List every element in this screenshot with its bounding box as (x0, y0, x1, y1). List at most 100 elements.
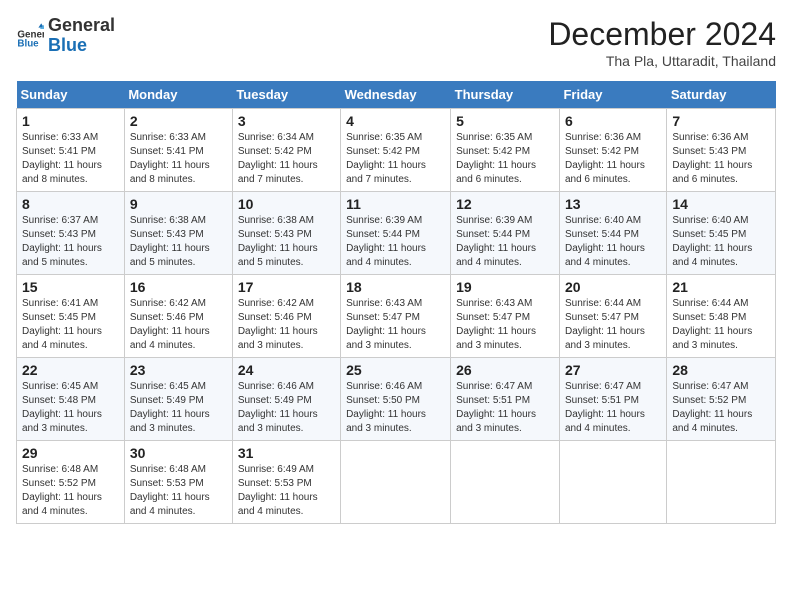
calendar-cell (559, 441, 666, 524)
day-info: Sunrise: 6:43 AMSunset: 5:47 PMDaylight:… (346, 297, 445, 353)
page-header: General Blue General Blue December 2024 … (16, 16, 776, 69)
col-header-thursday: Thursday (451, 81, 560, 109)
calendar-cell (667, 441, 776, 524)
day-info: Sunrise: 6:49 AMSunset: 5:53 PMDaylight:… (238, 463, 335, 519)
calendar-cell: 1 Sunrise: 6:33 AMSunset: 5:41 PMDaylight… (17, 109, 125, 192)
day-number: 11 (346, 196, 445, 212)
logo-blue-text: Blue (48, 35, 87, 55)
day-number: 3 (238, 113, 335, 129)
day-number: 5 (456, 113, 554, 129)
day-info: Sunrise: 6:33 AMSunset: 5:41 PMDaylight:… (130, 131, 227, 187)
col-header-monday: Monday (124, 81, 232, 109)
calendar-cell: 12 Sunrise: 6:39 AMSunset: 5:44 PMDayligh… (451, 192, 560, 275)
col-header-tuesday: Tuesday (232, 81, 340, 109)
calendar-cell: 31 Sunrise: 6:49 AMSunset: 5:53 PMDayligh… (232, 441, 340, 524)
col-header-saturday: Saturday (667, 81, 776, 109)
day-info: Sunrise: 6:38 AMSunset: 5:43 PMDaylight:… (130, 214, 227, 270)
calendar-cell: 30 Sunrise: 6:48 AMSunset: 5:53 PMDayligh… (124, 441, 232, 524)
calendar-cell: 16 Sunrise: 6:42 AMSunset: 5:46 PMDayligh… (124, 275, 232, 358)
calendar-cell: 19Sunrise: 6:43 AMSunset: 5:47 PMDayligh… (451, 275, 560, 358)
day-number: 17 (238, 279, 335, 295)
day-number: 10 (238, 196, 335, 212)
calendar-cell: 8Sunrise: 6:37 AMSunset: 5:43 PMDaylight… (17, 192, 125, 275)
calendar-week-row: 22 Sunrise: 6:45 AMSunset: 5:48 PMDayligh… (17, 358, 776, 441)
calendar-cell: 21Sunrise: 6:44 AMSunset: 5:48 PMDayligh… (667, 275, 776, 358)
calendar-cell: 15 Sunrise: 6:41 AMSunset: 5:45 PMDayligh… (17, 275, 125, 358)
day-info: Sunrise: 6:42 AMSunset: 5:46 PMDaylight:… (130, 297, 227, 353)
calendar-cell: 25 Sunrise: 6:46 AMSunset: 5:50 PMDayligh… (341, 358, 451, 441)
day-number: 8 (22, 196, 119, 212)
calendar-cell: 17 Sunrise: 6:42 AMSunset: 5:46 PMDayligh… (232, 275, 340, 358)
day-number: 12 (456, 196, 554, 212)
day-number: 23 (130, 362, 227, 378)
day-number: 13 (565, 196, 661, 212)
day-info: Sunrise: 6:34 AMSunset: 5:42 PMDaylight:… (238, 131, 335, 187)
day-info: Sunrise: 6:36 AMSunset: 5:42 PMDaylight:… (565, 131, 661, 187)
calendar-cell: 27Sunrise: 6:47 AMSunset: 5:51 PMDayligh… (559, 358, 666, 441)
calendar-week-row: 8Sunrise: 6:37 AMSunset: 5:43 PMDaylight… (17, 192, 776, 275)
calendar-cell: 5 Sunrise: 6:35 AMSunset: 5:42 PMDaylight… (451, 109, 560, 192)
day-number: 2 (130, 113, 227, 129)
day-info: Sunrise: 6:35 AMSunset: 5:42 PMDaylight:… (456, 131, 554, 187)
day-info: Sunrise: 6:41 AMSunset: 5:45 PMDaylight:… (22, 297, 119, 353)
calendar-cell: 11 Sunrise: 6:39 AMSunset: 5:44 PMDayligh… (341, 192, 451, 275)
day-info: Sunrise: 6:39 AMSunset: 5:44 PMDaylight:… (456, 214, 554, 270)
logo-icon: General Blue (16, 22, 44, 50)
calendar-cell (451, 441, 560, 524)
location-title: Tha Pla, Uttaradit, Thailand (548, 53, 776, 69)
calendar-cell: 3 Sunrise: 6:34 AMSunset: 5:42 PMDaylight… (232, 109, 340, 192)
day-info: Sunrise: 6:38 AMSunset: 5:43 PMDaylight:… (238, 214, 335, 270)
day-info: Sunrise: 6:33 AMSunset: 5:41 PMDaylight:… (22, 131, 119, 187)
calendar-table: SundayMondayTuesdayWednesdayThursdayFrid… (16, 81, 776, 524)
day-number: 1 (22, 113, 119, 129)
day-number: 9 (130, 196, 227, 212)
month-title: December 2024 (548, 16, 776, 53)
day-number: 6 (565, 113, 661, 129)
day-info: Sunrise: 6:40 AMSunset: 5:44 PMDaylight:… (565, 214, 661, 270)
calendar-cell: 18Sunrise: 6:43 AMSunset: 5:47 PMDayligh… (341, 275, 451, 358)
calendar-cell: 26Sunrise: 6:47 AMSunset: 5:51 PMDayligh… (451, 358, 560, 441)
calendar-cell: 28 Sunrise: 6:47 AMSunset: 5:52 PMDayligh… (667, 358, 776, 441)
day-info: Sunrise: 6:48 AMSunset: 5:53 PMDaylight:… (130, 463, 227, 519)
col-header-wednesday: Wednesday (341, 81, 451, 109)
calendar-cell: 24Sunrise: 6:46 AMSunset: 5:49 PMDayligh… (232, 358, 340, 441)
col-header-sunday: Sunday (17, 81, 125, 109)
day-info: Sunrise: 6:48 AMSunset: 5:52 PMDaylight:… (22, 463, 119, 519)
day-info: Sunrise: 6:44 AMSunset: 5:47 PMDaylight:… (565, 297, 661, 353)
day-info: Sunrise: 6:47 AMSunset: 5:52 PMDaylight:… (672, 380, 770, 436)
day-number: 4 (346, 113, 445, 129)
day-info: Sunrise: 6:43 AMSunset: 5:47 PMDaylight:… (456, 297, 554, 353)
day-number: 28 (672, 362, 770, 378)
calendar-cell: 23 Sunrise: 6:45 AMSunset: 5:49 PMDayligh… (124, 358, 232, 441)
day-info: Sunrise: 6:44 AMSunset: 5:48 PMDaylight:… (672, 297, 770, 353)
day-info: Sunrise: 6:36 AMSunset: 5:43 PMDaylight:… (672, 131, 770, 187)
calendar-cell: 20 Sunrise: 6:44 AMSunset: 5:47 PMDayligh… (559, 275, 666, 358)
col-header-friday: Friday (559, 81, 666, 109)
day-number: 15 (22, 279, 119, 295)
calendar-cell: 29 Sunrise: 6:48 AMSunset: 5:52 PMDayligh… (17, 441, 125, 524)
svg-text:Blue: Blue (17, 38, 39, 49)
day-info: Sunrise: 6:42 AMSunset: 5:46 PMDaylight:… (238, 297, 335, 353)
day-info: Sunrise: 6:46 AMSunset: 5:50 PMDaylight:… (346, 380, 445, 436)
calendar-week-row: 1 Sunrise: 6:33 AMSunset: 5:41 PMDaylight… (17, 109, 776, 192)
day-number: 25 (346, 362, 445, 378)
day-info: Sunrise: 6:40 AMSunset: 5:45 PMDaylight:… (672, 214, 770, 270)
calendar-cell: 2 Sunrise: 6:33 AMSunset: 5:41 PMDaylight… (124, 109, 232, 192)
day-number: 30 (130, 445, 227, 461)
day-number: 22 (22, 362, 119, 378)
day-number: 31 (238, 445, 335, 461)
day-info: Sunrise: 6:45 AMSunset: 5:48 PMDaylight:… (22, 380, 119, 436)
day-info: Sunrise: 6:39 AMSunset: 5:44 PMDaylight:… (346, 214, 445, 270)
calendar-week-row: 29 Sunrise: 6:48 AMSunset: 5:52 PMDayligh… (17, 441, 776, 524)
day-number: 7 (672, 113, 770, 129)
calendar-cell: 7 Sunrise: 6:36 AMSunset: 5:43 PMDaylight… (667, 109, 776, 192)
day-number: 16 (130, 279, 227, 295)
day-number: 20 (565, 279, 661, 295)
day-info: Sunrise: 6:45 AMSunset: 5:49 PMDaylight:… (130, 380, 227, 436)
calendar-cell: 14Sunrise: 6:40 AMSunset: 5:45 PMDayligh… (667, 192, 776, 275)
day-number: 24 (238, 362, 335, 378)
day-number: 29 (22, 445, 119, 461)
calendar-week-row: 15 Sunrise: 6:41 AMSunset: 5:45 PMDayligh… (17, 275, 776, 358)
title-area: December 2024 Tha Pla, Uttaradit, Thaila… (548, 16, 776, 69)
calendar-cell: 4Sunrise: 6:35 AMSunset: 5:42 PMDaylight… (341, 109, 451, 192)
